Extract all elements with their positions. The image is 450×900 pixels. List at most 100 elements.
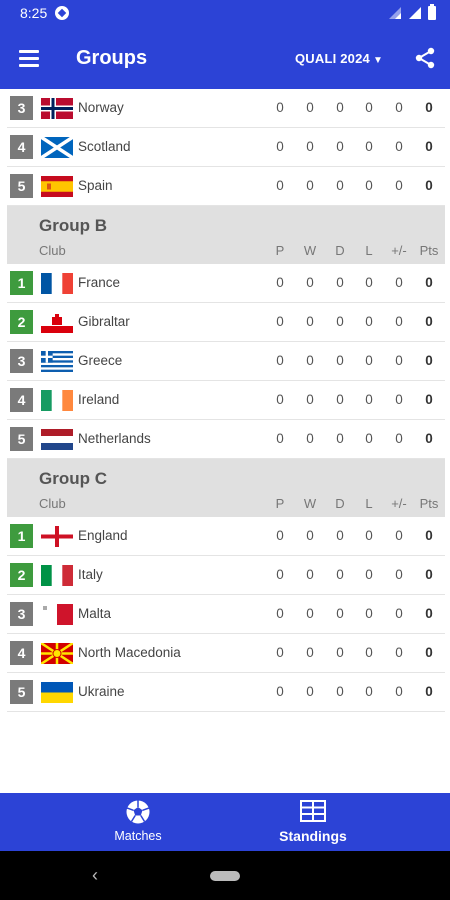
team-name: Gibraltar [78,314,130,329]
goal-difference-value: 0 [395,684,403,699]
lost-value: 0 [365,139,373,154]
table-row[interactable]: 3 Greece 0 0 0 0 0 0 [7,342,445,381]
played-value: 0 [276,314,284,329]
club-header: Club [39,496,66,511]
malta-flag-icon [41,604,73,625]
competition-dropdown[interactable]: QUALI 2024 ▼ [295,51,383,66]
goal-difference-value: 0 [395,314,403,329]
group-b-rows: 1 France 0 0 0 0 0 0 2 Gibraltar 0 0 0 0 0 0 3 Greece 0 0 0 0… [7,264,445,459]
standings-list[interactable]: 3 Norway 0 0 0 0 0 0 4 Scotland 0 0 0 0 0 0 5 Spain 0 0 0 0 0 0… [7,89,445,793]
nav-matches[interactable]: Matches [63,793,213,851]
drawn-value: 0 [336,392,344,407]
table-row[interactable]: 5 Netherlands 0 0 0 0 0 0 [7,420,445,459]
played-value: 0 [276,139,284,154]
system-navigation-bar: ‹ [0,851,450,900]
goal-difference-value: 0 [395,645,403,660]
goal-difference-value: 0 [395,528,403,543]
table-row[interactable]: 4 Ireland 0 0 0 0 0 0 [7,381,445,420]
won-value: 0 [306,528,314,543]
soccer-ball-icon [126,800,150,824]
group-c-rows: 1 England 0 0 0 0 0 0 2 Italy 0 0 0 0 0 0 3 Malta 0 0 0 0 0 0 4 N… [7,517,445,712]
lost-value: 0 [365,178,373,193]
drawn-value: 0 [336,178,344,193]
position-badge: 5 [10,174,33,198]
spain-flag-icon [41,176,73,197]
lost-header: L [365,496,373,511]
table-row[interactable]: 1 England 0 0 0 0 0 0 [7,517,445,556]
points-header: Pts [419,496,439,511]
played-value: 0 [276,606,284,621]
bottom-nav: Matches Standings [0,793,450,851]
table-row[interactable]: 3 Norway 0 0 0 0 0 0 [7,89,445,128]
team-name: North Macedonia [78,645,181,660]
lost-value: 0 [365,314,373,329]
won-header: W [303,496,317,511]
team-name: Scotland [78,139,131,154]
table-row[interactable]: 4 North Macedonia 0 0 0 0 0 0 [7,634,445,673]
played-header: P [275,496,285,511]
won-value: 0 [306,353,314,368]
won-value: 0 [306,275,314,290]
team-name: Spain [78,178,113,193]
nav-standings[interactable]: Standings [238,793,388,851]
group-b-header: Group B Club P W D L +/- Pts [7,206,445,264]
drawn-value: 0 [336,606,344,621]
drawn-value: 0 [336,275,344,290]
team-name: Netherlands [78,431,151,446]
back-icon[interactable]: ‹ [92,865,98,886]
nav-standings-label: Standings [279,828,347,844]
position-badge: 4 [10,641,33,665]
share-icon[interactable] [414,47,436,69]
drawn-value: 0 [336,567,344,582]
drawn-value: 0 [336,431,344,446]
competition-label: QUALI 2024 [295,51,370,66]
table-row[interactable]: 3 Malta 0 0 0 0 0 0 [7,595,445,634]
goal-difference-value: 0 [395,139,403,154]
menu-icon[interactable] [19,50,39,67]
points-header: Pts [419,243,439,258]
points-value: 0 [425,314,433,329]
played-value: 0 [276,431,284,446]
played-value: 0 [276,645,284,660]
won-value: 0 [306,100,314,115]
home-button[interactable] [210,871,240,881]
won-value: 0 [306,645,314,660]
norway-flag-icon [41,98,73,119]
position-badge: 1 [10,524,33,548]
drawn-value: 0 [336,528,344,543]
lost-value: 0 [365,528,373,543]
table-row[interactable]: 2 Italy 0 0 0 0 0 0 [7,556,445,595]
played-value: 0 [276,275,284,290]
position-badge: 4 [10,135,33,159]
group-c-header: Group C Club P W D L +/- Pts [7,459,445,517]
table-row[interactable]: 2 Gibraltar 0 0 0 0 0 0 [7,303,445,342]
won-value: 0 [306,567,314,582]
points-value: 0 [425,684,433,699]
nav-matches-label: Matches [114,829,162,843]
app-bar: Groups QUALI 2024 ▼ [0,27,450,89]
table-row[interactable]: 5 Ukraine 0 0 0 0 0 0 [7,673,445,712]
status-time: 8:25 [20,5,48,21]
won-value: 0 [306,431,314,446]
position-badge: 2 [10,310,33,334]
north-macedonia-flag-icon [41,643,73,664]
table-icon [300,800,326,822]
status-bar: 8:25 [0,0,450,27]
ireland-flag-icon [41,390,73,411]
goal-difference-value: 0 [395,100,403,115]
club-header: Club [39,243,66,258]
lost-value: 0 [365,567,373,582]
team-name: Italy [78,567,103,582]
lost-value: 0 [365,606,373,621]
drawn-header: D [335,496,345,511]
position-badge: 3 [10,96,33,120]
points-value: 0 [425,528,433,543]
italy-flag-icon [41,565,73,586]
lost-value: 0 [365,431,373,446]
system-icons [388,4,436,20]
table-row[interactable]: 5 Spain 0 0 0 0 0 0 [7,167,445,206]
points-value: 0 [425,139,433,154]
table-row[interactable]: 1 France 0 0 0 0 0 0 [7,264,445,303]
battery-icon [428,4,436,20]
table-row[interactable]: 4 Scotland 0 0 0 0 0 0 [7,128,445,167]
